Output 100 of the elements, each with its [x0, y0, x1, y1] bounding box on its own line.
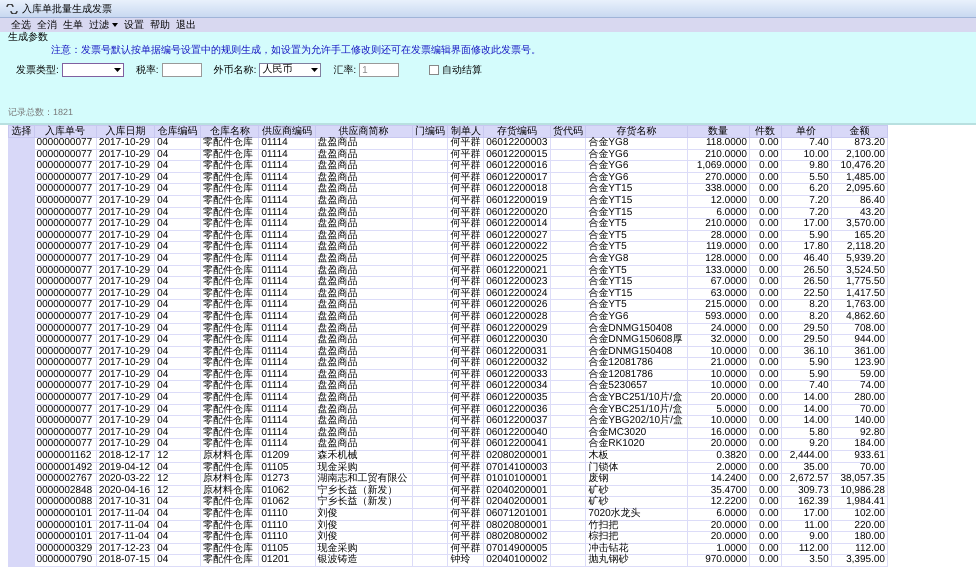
table-cell: 6.20 — [781, 184, 832, 196]
table-cell: 1,775.50 — [831, 276, 888, 288]
table-cell: 合金YT5 — [586, 218, 688, 230]
table-cell: 06012200040 — [484, 427, 550, 439]
table-cell: 29.50 — [781, 334, 832, 346]
table-cell: 何平群 — [448, 160, 484, 172]
table-cell: 07014100003 — [484, 462, 550, 474]
table-cell: 何平群 — [448, 532, 484, 544]
column-header[interactable]: 仓库名称 — [200, 126, 259, 138]
table-cell: 14.00 — [781, 392, 832, 404]
table-cell: 0000001162 — [34, 450, 96, 462]
table-cell: 2,444.00 — [781, 450, 832, 462]
table-cell: 盘盈商品 — [315, 218, 412, 230]
column-header[interactable]: 存货名称 — [586, 126, 688, 138]
table-cell: 矿砂 — [586, 496, 688, 508]
table-cell: 零配件仓库 — [200, 520, 259, 532]
table-cell: 刘俊 — [315, 520, 412, 532]
column-header[interactable]: 件数 — [749, 126, 782, 138]
input-field[interactable] — [162, 63, 202, 77]
table-cell: 210.0000 — [687, 149, 750, 161]
table-cell: 338.0000 — [687, 184, 750, 196]
table-cell: 59.00 — [831, 369, 888, 381]
table-cell: 04 — [154, 172, 201, 184]
table-cell: 0.00 — [749, 462, 782, 474]
table-cell: 何平群 — [448, 207, 484, 219]
table-cell: 12 — [154, 474, 201, 486]
table-cell: 0.00 — [749, 172, 782, 184]
table-cell: 26.50 — [781, 276, 832, 288]
menu-item[interactable]: 设置 — [121, 18, 147, 32]
column-header[interactable]: 金额 — [831, 126, 888, 138]
table-cell: 01114 — [258, 311, 316, 323]
table-cell: 2,095.60 — [831, 184, 888, 196]
table-cell: 合金YG8 — [586, 138, 688, 150]
table-cell: 04 — [154, 427, 201, 439]
table-cell: 盘盈商品 — [315, 242, 412, 254]
table-cell: 合金YT15 — [586, 207, 688, 219]
menu-item[interactable]: 全消 — [34, 18, 60, 32]
column-header[interactable]: 门编码 — [412, 126, 448, 138]
dropdown-field[interactable] — [62, 63, 124, 77]
table-cell: 02040200001 — [484, 485, 550, 497]
table-cell: 20.0000 — [687, 520, 750, 532]
dropdown-field[interactable]: 人民币 — [259, 63, 322, 77]
table-cell: 2017-12-23 — [96, 543, 155, 555]
menu-item[interactable]: 生单 — [60, 18, 86, 32]
table-cell: 2017-10-29 — [96, 358, 155, 370]
table-cell: 04 — [154, 323, 201, 335]
table-cell: 06012200017 — [484, 172, 550, 184]
table-cell: 2017-10-29 — [96, 392, 155, 404]
table-cell: 0.00 — [749, 450, 782, 462]
menu-item[interactable]: 过滤 — [86, 18, 121, 32]
checkbox[interactable] — [429, 65, 440, 75]
column-header[interactable]: 供应商编码 — [258, 126, 316, 138]
column-header[interactable]: 数量 — [687, 126, 750, 138]
input-field[interactable]: 1 — [359, 63, 400, 77]
table-cell: 0000000077 — [34, 416, 96, 428]
table-cell: 何平群 — [448, 438, 484, 451]
column-header[interactable]: 单价 — [781, 126, 832, 138]
table-cell: 04 — [154, 532, 201, 544]
field-label: 税率: — [136, 64, 159, 77]
table-cell: 盘盈商品 — [315, 276, 412, 288]
table-cell: 刘俊 — [315, 508, 412, 520]
table-cell: 零配件仓库 — [200, 323, 259, 335]
table-cell: 0000000077 — [34, 149, 96, 161]
column-header[interactable]: 选择 — [8, 126, 34, 138]
table-cell: 102.00 — [831, 508, 888, 520]
column-header[interactable]: 存货编码 — [484, 126, 550, 138]
table-cell: 12 — [154, 450, 201, 462]
table-cell: 02080200001 — [484, 450, 550, 462]
table-cell: 22.50 — [781, 288, 832, 300]
table-cell: 0.00 — [749, 496, 782, 508]
table-cell: 6.0000 — [687, 207, 750, 219]
table-cell: 盘盈商品 — [315, 207, 412, 219]
column-header[interactable]: 仓库编码 — [154, 126, 201, 138]
menu-item[interactable]: 全选 — [8, 18, 34, 32]
column-header[interactable]: 入库日期 — [96, 126, 155, 138]
table-cell: 2017-10-29 — [96, 427, 155, 439]
menu-item[interactable]: 帮助 — [147, 18, 173, 32]
table-cell: 盘盈商品 — [315, 195, 412, 208]
table-cell: 04 — [154, 242, 201, 254]
table-cell: 何平群 — [448, 172, 484, 184]
table-cell: 970.0000 — [687, 554, 750, 566]
column-header[interactable]: 制单人 — [448, 126, 484, 138]
table-cell: 0.00 — [749, 404, 782, 416]
table-cell: 04 — [154, 160, 201, 172]
table-cell: 0000000088 — [34, 496, 96, 508]
table-cell: 10,986.28 — [831, 485, 888, 497]
table-cell: 06012200027 — [484, 230, 550, 242]
table-cell: 04 — [154, 346, 201, 358]
table-cell: 2017-10-29 — [96, 416, 155, 428]
column-header[interactable]: 入库单号 — [34, 126, 96, 138]
table-cell: 133.0000 — [687, 265, 750, 277]
table-cell: 现金采购 — [315, 543, 412, 555]
column-header[interactable]: 供应商简称 — [315, 126, 412, 138]
column-header[interactable]: 货代码 — [550, 126, 586, 138]
table-cell: 0000002767 — [34, 474, 96, 486]
table-cell: 04 — [154, 462, 201, 474]
table-cell: 0000000077 — [34, 438, 96, 451]
table-cell: 0000000077 — [34, 380, 96, 393]
menu-item[interactable]: 退出 — [173, 18, 199, 32]
table-cell: 04 — [154, 380, 201, 393]
